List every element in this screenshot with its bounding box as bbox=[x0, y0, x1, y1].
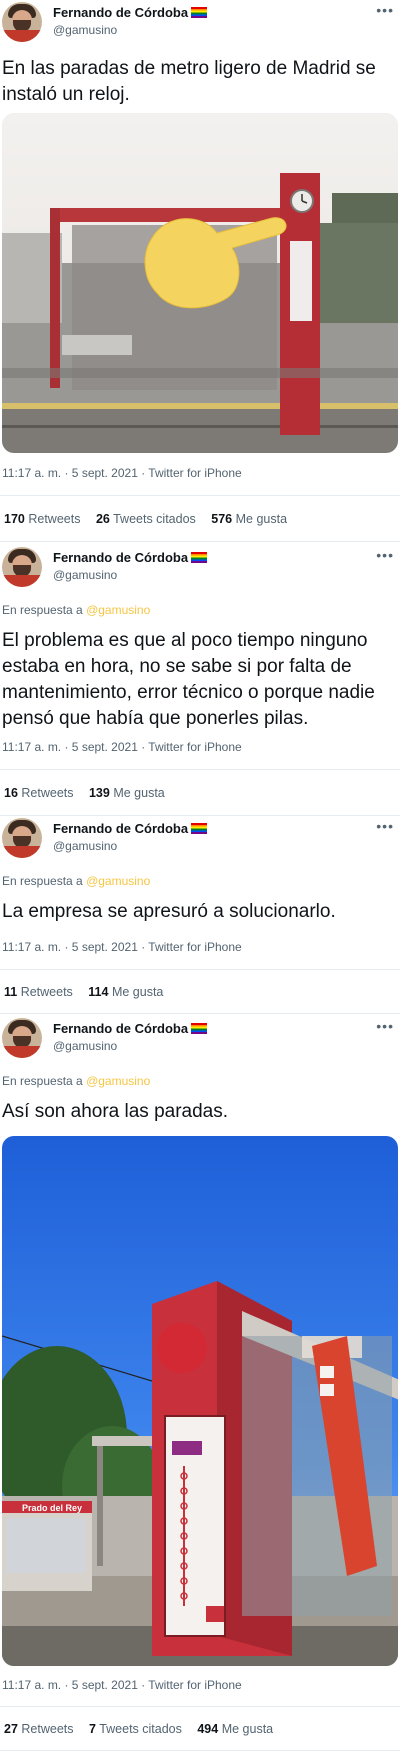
tweet-timestamp[interactable]: 11:17 a. m. · 5 sept. 2021 · Twitter for… bbox=[2, 940, 242, 954]
tweet-text: En las paradas de metro ligero de Madrid… bbox=[2, 58, 376, 105]
retweets-stat[interactable]: 16 Retweets bbox=[4, 786, 74, 800]
divider bbox=[0, 815, 400, 816]
author-name[interactable]: Fernando de Córdoba bbox=[53, 821, 208, 836]
new-tram-stop-photo: Prado del Rey bbox=[2, 1136, 398, 1666]
tweet-stats: 16 Retweets 139 Me gusta bbox=[4, 786, 177, 800]
reply-mention[interactable]: @gamusino bbox=[86, 874, 150, 888]
likes-stat[interactable]: 576 Me gusta bbox=[211, 512, 287, 526]
divider bbox=[0, 1750, 400, 1751]
author-handle[interactable]: @gamusino bbox=[53, 568, 117, 582]
author-name[interactable]: Fernando de Córdoba bbox=[53, 550, 208, 565]
reply-mention[interactable]: @gamusino bbox=[86, 1074, 150, 1088]
likes-stat[interactable]: 139 Me gusta bbox=[89, 786, 165, 800]
author-handle[interactable]: @gamusino bbox=[53, 23, 117, 37]
likes-stat[interactable]: 114 Me gusta bbox=[88, 985, 163, 999]
retweets-stat[interactable]: 11 Retweets bbox=[4, 985, 73, 999]
more-options-icon[interactable]: ••• bbox=[376, 547, 394, 563]
divider bbox=[0, 1706, 400, 1707]
rainbow-flag-icon bbox=[191, 823, 208, 834]
likes-stat[interactable]: 494 Me gusta bbox=[197, 1722, 273, 1736]
author-handle[interactable]: @gamusino bbox=[53, 839, 117, 853]
tweet-timestamp[interactable]: 11:17 a. m. · 5 sept. 2021 · Twitter for… bbox=[2, 466, 242, 480]
tweet-stats: 27 Retweets 7 Tweets citados 494 Me gust… bbox=[4, 1722, 285, 1736]
tweet-stats: 170 Retweets 26 Tweets citados 576 Me gu… bbox=[4, 512, 299, 526]
author-handle[interactable]: @gamusino bbox=[53, 1039, 117, 1053]
rainbow-flag-icon bbox=[191, 552, 208, 563]
author-name[interactable]: Fernando de Córdoba bbox=[53, 1021, 208, 1036]
quotes-stat[interactable]: 7 Tweets citados bbox=[89, 1722, 182, 1736]
retweets-stat[interactable]: 27 Retweets bbox=[4, 1722, 74, 1736]
divider bbox=[0, 495, 400, 496]
tweet-timestamp[interactable]: 11:17 a. m. · 5 sept. 2021 · Twitter for… bbox=[2, 1678, 242, 1692]
reply-context: En respuesta a @gamusino bbox=[2, 874, 151, 888]
divider bbox=[0, 1013, 400, 1014]
avatar[interactable] bbox=[2, 818, 42, 858]
tweet-photo[interactable]: Prado del Rey bbox=[2, 1136, 398, 1666]
reply-context: En respuesta a @gamusino bbox=[2, 603, 151, 617]
tram-stop-clock-photo bbox=[2, 113, 398, 453]
more-options-icon[interactable]: ••• bbox=[376, 2, 394, 18]
avatar[interactable] bbox=[2, 1018, 42, 1058]
rainbow-flag-icon bbox=[191, 7, 208, 18]
divider bbox=[0, 769, 400, 770]
reply-context: En respuesta a @gamusino bbox=[2, 1074, 151, 1088]
tweet-text: Así son ahora las paradas. bbox=[2, 1101, 229, 1122]
avatar[interactable] bbox=[2, 547, 42, 587]
tweet-stats: 11 Retweets 114 Me gusta bbox=[4, 985, 175, 999]
avatar[interactable] bbox=[2, 2, 42, 42]
more-options-icon[interactable]: ••• bbox=[376, 818, 394, 834]
more-options-icon[interactable]: ••• bbox=[376, 1018, 394, 1034]
author-name[interactable]: Fernando de Córdoba bbox=[53, 5, 208, 20]
divider bbox=[0, 969, 400, 970]
reply-mention[interactable]: @gamusino bbox=[86, 603, 150, 617]
rainbow-flag-icon bbox=[191, 1023, 208, 1034]
tweet-text: El problema es que al poco tiempo ningun… bbox=[2, 630, 375, 729]
retweets-stat[interactable]: 170 Retweets bbox=[4, 512, 80, 526]
tweet-timestamp[interactable]: 11:17 a. m. · 5 sept. 2021 · Twitter for… bbox=[2, 740, 242, 754]
tweet-text: La empresa se apresuró a solucionarlo. bbox=[2, 901, 336, 922]
divider bbox=[0, 541, 400, 542]
quotes-stat[interactable]: 26 Tweets citados bbox=[96, 512, 196, 526]
tweet-photo[interactable] bbox=[2, 113, 398, 453]
station-sign-text: Prado del Rey bbox=[22, 1503, 82, 1513]
